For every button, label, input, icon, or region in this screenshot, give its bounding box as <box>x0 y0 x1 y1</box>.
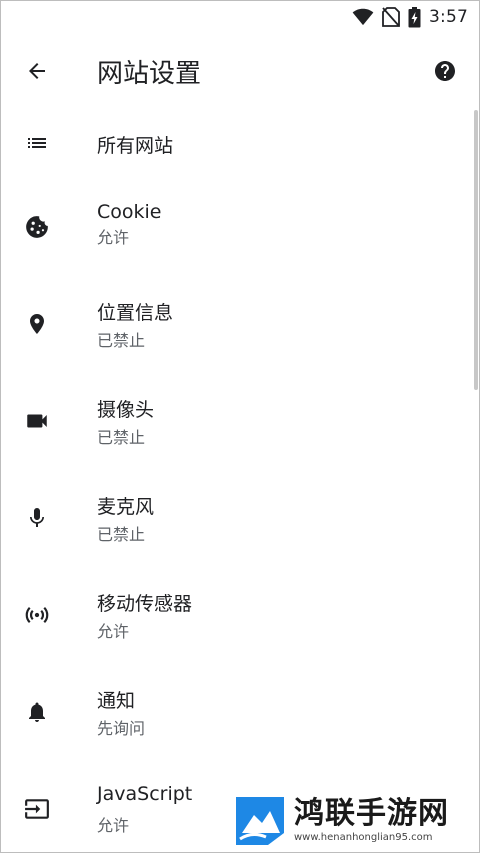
list-item-subtitle: 允许 <box>97 622 130 641</box>
watermark-logo <box>236 797 284 845</box>
list-item-motion-sensors[interactable]: 移动传感器 允许 <box>0 584 466 676</box>
list-item-subtitle: 已禁止 <box>97 428 146 447</box>
cookie-icon <box>22 212 52 242</box>
list-item-microphone[interactable]: 麦克风 已禁止 <box>0 487 466 579</box>
list-item-title: 位置信息 <box>97 302 174 324</box>
watermark-brand: 鸿联手游网 <box>294 796 449 831</box>
status-bar: 3:57 <box>0 0 480 34</box>
watermark-url: www.henanhonglian95.com <box>294 832 433 843</box>
list-item-title: 所有网站 <box>97 135 174 157</box>
list-item-title: 移动传感器 <box>97 593 193 615</box>
list-item-title: Cookie <box>97 201 162 223</box>
app-bar: 网站设置 <box>0 36 480 104</box>
list-item-title: 摄像头 <box>97 399 155 421</box>
videocam-icon <box>22 406 52 436</box>
list-item-subtitle: 先询问 <box>97 719 146 738</box>
input-icon <box>22 794 52 824</box>
list-item-camera[interactable]: 摄像头 已禁止 <box>0 390 466 482</box>
back-button[interactable] <box>20 54 54 88</box>
page-title: 网站设置 <box>97 59 202 89</box>
sensors-icon <box>22 600 52 630</box>
mic-icon <box>22 503 52 533</box>
status-icons: 3:57 <box>352 6 468 28</box>
location-pin-icon <box>22 309 52 339</box>
list-item-subtitle: 已禁止 <box>97 331 146 350</box>
list-item-title: 麦克风 <box>97 496 155 518</box>
list-item-notifications[interactable]: 通知 先询问 <box>0 681 466 773</box>
watermark-text: 鸿联手游网 www.henanhonglian95.com <box>294 797 449 845</box>
arrow-back-icon <box>29 63 45 79</box>
no-sim-icon <box>382 7 400 27</box>
list-item-cookie[interactable]: Cookie 允许 <box>0 196 466 288</box>
list-item-subtitle: 允许 <box>97 816 130 835</box>
battery-charging-icon <box>408 6 421 27</box>
wifi-icon <box>352 8 374 26</box>
list-item-title: JavaScript <box>97 783 193 805</box>
help-icon <box>435 61 455 81</box>
scrollbar[interactable] <box>474 110 478 390</box>
list-item-title: 通知 <box>97 690 136 712</box>
watermark: 鸿联手游网 www.henanhonglian95.com <box>232 793 476 849</box>
list-icon <box>22 128 52 158</box>
list-item-subtitle: 允许 <box>97 228 130 247</box>
status-time: 3:57 <box>429 7 468 27</box>
bell-icon <box>22 697 52 727</box>
list-item-location[interactable]: 位置信息 已禁止 <box>0 293 466 385</box>
list-item-all-sites[interactable]: 所有网站 <box>0 104 466 196</box>
list-item-subtitle: 已禁止 <box>97 525 146 544</box>
help-button[interactable] <box>430 56 460 86</box>
